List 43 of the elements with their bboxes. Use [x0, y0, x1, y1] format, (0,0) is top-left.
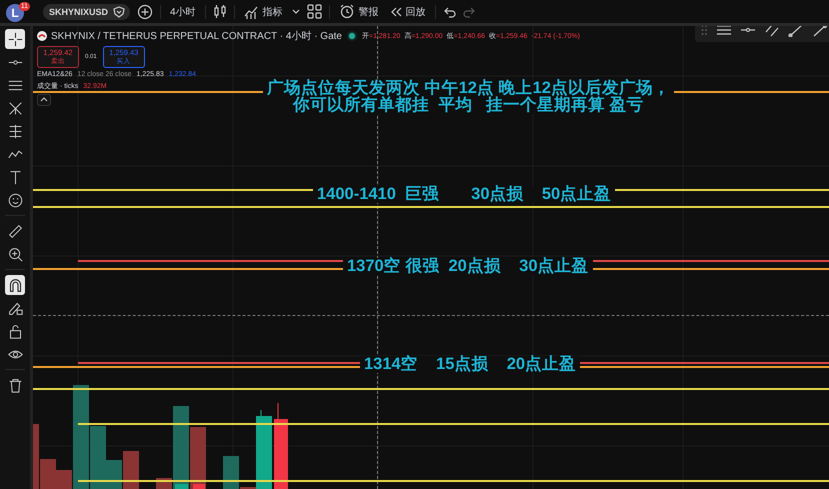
zoom-in-icon — [8, 246, 22, 262]
drag-handle-icon[interactable] — [701, 26, 708, 36]
tool-button[interactable] — [5, 29, 25, 49]
status-dot — [348, 33, 355, 39]
redo-icon[interactable] — [462, 5, 476, 18]
add-icon[interactable] — [137, 4, 154, 20]
horizontal-line[interactable] — [33, 268, 829, 270]
replay-button[interactable]: 回放 — [388, 4, 428, 18]
horizontal-line[interactable] — [78, 362, 829, 364]
horizontal-line[interactable] — [33, 366, 829, 368]
chart-line-icon — [244, 4, 259, 19]
annotation-text[interactable]: 1314空 15点损 20点止盈 — [360, 356, 580, 373]
symbol-title[interactable]: SKHYNIX / TETHERUS PERPETUAL CONTRACT · 4小时 · Gate — [51, 29, 342, 43]
text-icon — [8, 170, 22, 184]
annotation-text[interactable]: 1400-1410 巨强 30点损 50点止盈 — [313, 186, 616, 203]
chart-area[interactable] — [33, 26, 829, 489]
alerts-button[interactable]: 警报 — [336, 4, 381, 19]
symbol-logo-icon — [37, 31, 47, 41]
tool-button[interactable] — [5, 275, 25, 295]
magnet-icon — [8, 278, 22, 292]
trash-icon — [8, 378, 22, 392]
caret-icon[interactable] — [292, 9, 300, 14]
trend-line-icon[interactable] — [812, 26, 828, 37]
undo-icon[interactable] — [442, 5, 456, 18]
collapse-icon[interactable] — [37, 94, 51, 106]
symbol-search[interactable]: SKHYNIXUSD — [43, 4, 130, 20]
crosshair-icon — [8, 32, 22, 46]
parallel-lines-icon[interactable] — [764, 26, 780, 37]
annotation-text[interactable]: 广场点位每天发两次 中午12点 晚上12点以后发广场， 你可以所有单都挂 平均 挂一个星期再算 盈亏 — [263, 80, 674, 114]
symbol-name: SKHYNIXUSD — [49, 6, 108, 16]
grid-icon[interactable] — [306, 4, 322, 19]
alarm-clock-icon — [338, 4, 355, 19]
smiley-icon — [8, 192, 22, 208]
candles-icon[interactable] — [212, 4, 227, 19]
rewind-icon — [390, 6, 402, 18]
unlock-icon — [8, 324, 22, 338]
channel-lines-icon[interactable] — [716, 26, 732, 37]
ruler-icon — [8, 224, 22, 238]
indicators-button[interactable]: 指标 — [242, 4, 285, 19]
shield-icon[interactable] — [112, 6, 126, 18]
annotation-text[interactable]: 1370空 很强 20点损 30点止盈 — [343, 258, 593, 275]
trend-line-icon[interactable] — [788, 26, 804, 37]
interval-button[interactable]: 4小时 — [168, 4, 198, 18]
